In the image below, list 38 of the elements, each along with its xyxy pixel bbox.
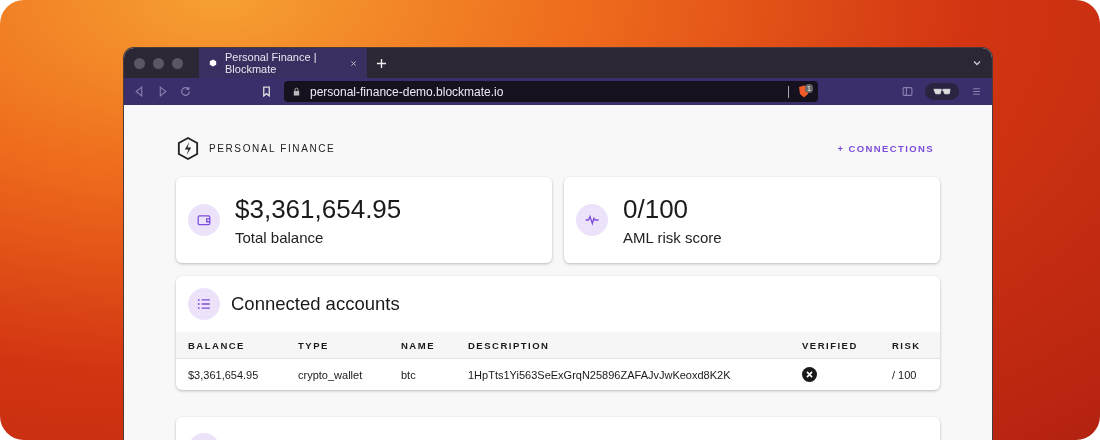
wallet-icon (188, 204, 220, 236)
column-header: VERIFIED (790, 332, 880, 359)
table-cell: / 100 (880, 358, 940, 390)
back-icon[interactable] (134, 86, 145, 97)
list-icon (188, 288, 220, 320)
stat-value: $3,361,654.95 (235, 194, 402, 225)
table-cell: btc (389, 358, 456, 390)
table-cell: 1HpTts1Yi563SeExGrqN25896ZAFAJvJwKeoxd8K2K (456, 358, 790, 390)
browser-tab[interactable]: Personal Finance | Blockmate (199, 48, 367, 78)
glasses-icon[interactable] (925, 83, 959, 100)
table-cell: $3,361,654.95 (176, 358, 286, 390)
stat-label: AML risk score (623, 229, 722, 246)
menu-icon[interactable] (971, 86, 982, 97)
column-header: NAME (389, 332, 456, 359)
column-header: BALANCE (176, 332, 286, 359)
close-icon[interactable] (349, 58, 357, 68)
column-header: RISK (880, 332, 940, 359)
window-control[interactable] (134, 57, 145, 69)
window-control[interactable] (153, 57, 164, 69)
table-cell: crypto_wallet (286, 358, 389, 390)
column-header: DESCRIPTION (456, 332, 790, 359)
window-control[interactable] (172, 57, 183, 69)
stat-value: 0/100 (623, 194, 690, 225)
sidebar-icon[interactable] (902, 86, 913, 97)
chevron-down-icon[interactable] (972, 58, 982, 68)
column-header: TYPE (286, 332, 389, 359)
pulse-icon (576, 204, 608, 236)
reload-icon[interactable] (180, 86, 191, 97)
connections-link[interactable]: + CONNECTIONS (837, 142, 934, 154)
forward-icon[interactable] (157, 86, 168, 97)
new-tab-icon[interactable] (376, 57, 387, 69)
section-title: Connected accounts (231, 293, 400, 315)
app-title: PERSONAL FINANCE (209, 142, 336, 154)
bookmark-icon[interactable] (261, 86, 272, 97)
bolt-hexagon-icon (177, 135, 199, 161)
stat-label: Total balance (235, 229, 325, 246)
lock-icon (292, 87, 301, 96)
hexagon-icon (209, 58, 217, 68)
